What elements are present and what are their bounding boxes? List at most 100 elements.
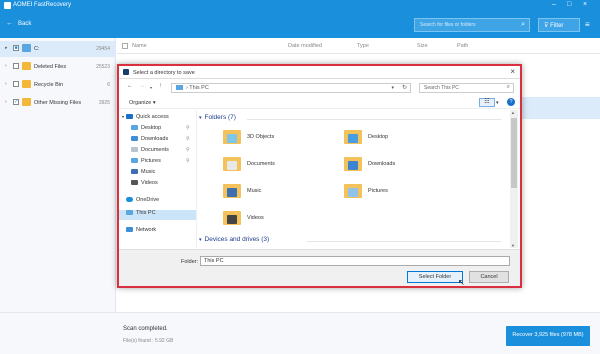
column-path[interactable]: Path [457,43,468,49]
desktop-icon [131,125,138,131]
maximize-icon[interactable]: □ [567,1,571,8]
filter-icon: ⊽ [544,23,549,29]
nav-onedrive[interactable]: ▸ OneDrive [122,197,159,207]
pin-icon: ⚲ [186,158,190,164]
nav-label: This PC [136,210,156,216]
nav-label: Downloads [141,136,169,142]
back-arrow-icon[interactable]: ← [6,20,13,27]
folder-icon [22,80,31,88]
column-size[interactable]: Size [417,43,428,49]
forward-icon[interactable]: → [139,83,145,89]
item-count: 3925 [98,100,110,106]
collapse-icon[interactable]: ▾ [122,114,124,119]
scroll-down-icon[interactable]: ▼ [511,243,515,248]
folder-field[interactable]: This PC [200,256,510,266]
group-label: Folders (7) [204,114,236,121]
scroll-up-icon[interactable]: ▲ [511,110,515,115]
back-button[interactable]: Back [18,21,31,27]
select-folder-button[interactable]: Select Folder [407,271,463,283]
recover-button[interactable]: Recover 3,925 files (978 MB) [506,326,590,346]
search-input[interactable]: Search for files or folders ⌕ [414,18,530,32]
dialog-title-bar: Select a directory to save × [119,66,520,79]
view-options-icon[interactable]: ☷ [479,98,495,107]
address-dropdown-icon[interactable]: ▾ [391,85,394,91]
sidebar-item-c-drive[interactable]: ▸ ■ C: 29454 [0,41,116,57]
devices-group-header[interactable]: ▾ Devices and drives (3) [199,236,501,246]
collapse-icon[interactable]: ▾ [199,115,202,121]
checkbox[interactable]: ✓ [13,99,19,105]
file-list-header: Name Date modified Type Size Path [117,38,600,54]
expand-icon[interactable]: › [5,81,7,87]
expand-icon[interactable]: › [5,63,7,69]
scrollbar-thumb[interactable] [511,118,517,188]
folder-field-label: Folder: [181,259,199,265]
nav-label: Music [141,169,156,175]
folder-icon [344,180,362,202]
nav-music[interactable]: Music [131,169,155,179]
refresh-icon[interactable]: ↻ [402,84,407,91]
sidebar-item-other-missing-files[interactable]: › ✓ Other Missing Files 3925 [0,95,116,111]
vertical-scrollbar[interactable]: ▲ ▼ [510,110,518,248]
dialog-app-icon [123,69,129,75]
folder-downloads[interactable]: Downloads [344,153,464,177]
sidebar-item-deleted-files[interactable]: › Deleted Files 25523 [0,59,116,75]
folder-3d-objects[interactable]: 3D Objects [223,126,343,150]
folder-documents[interactable]: Documents [223,153,343,177]
documents-icon [131,147,138,153]
nav-videos[interactable]: Videos [131,180,158,190]
filter-button[interactable]: ⊽ Filter [538,18,580,32]
nav-this-pc[interactable]: ▸ This PC [119,210,196,220]
organize-menu[interactable]: Organize ▾ [129,100,156,106]
up-icon[interactable]: ↑ [159,83,162,89]
checkbox[interactable] [13,81,19,87]
menu-icon[interactable]: ≡ [585,20,590,29]
address-bar[interactable]: › This PC ▾ ↻ [171,83,411,93]
expand-icon[interactable]: › [5,99,7,105]
nav-documents[interactable]: Documents ⚲ [131,147,190,157]
dialog-search-input[interactable]: Search This PC ⌕ [419,83,514,93]
folder-videos[interactable]: Videos [223,207,343,231]
view-dropdown-icon[interactable]: ▾ [496,100,499,106]
folder-label: Documents [247,161,275,167]
music-icon [131,169,138,175]
back-icon[interactable]: ← [127,83,133,89]
status-bar: Scan completed. File(s) found : 5.92 GB … [0,312,600,354]
nav-desktop[interactable]: Desktop ⚲ [131,125,190,135]
folder-icon [344,153,362,175]
checkbox[interactable] [13,63,19,69]
expand-icon[interactable]: ▸ [5,45,8,51]
collapse-icon[interactable]: ▾ [199,237,202,243]
help-icon[interactable]: ? [507,98,515,106]
filter-label: Filter [550,23,564,29]
selected-row[interactable] [512,97,600,119]
folder-pictures[interactable]: Pictures [344,180,464,204]
star-icon [126,114,134,120]
column-type[interactable]: Type [357,43,369,49]
select-directory-dialog: Select a directory to save × ← → ▾ ↑ › T… [117,64,522,288]
folder-desktop[interactable]: Desktop [344,126,464,150]
nav-quick-access[interactable]: ▾ Quick access [122,114,169,124]
nav-network[interactable]: ▸ Network [122,227,156,237]
folder-music[interactable]: Music [223,180,343,204]
nav-pictures[interactable]: Pictures ⚲ [131,158,190,168]
checkbox[interactable]: ■ [13,45,19,51]
sidebar-item-recycle-bin[interactable]: › Recycle Bin 6 [0,77,116,93]
sidebar-item-label: Deleted Files [34,64,67,70]
address-value: This PC [189,85,209,91]
column-name[interactable]: Name [132,43,147,49]
nav-downloads[interactable]: Downloads ⚲ [131,136,190,146]
folder-icon [223,180,241,202]
recent-dropdown-icon[interactable]: ▾ [150,85,152,90]
search-icon[interactable]: ⌕ [507,84,510,91]
this-pc-icon [126,210,134,216]
select-all-checkbox[interactable] [122,43,128,49]
nav-label: Quick access [136,114,169,120]
dialog-close-icon[interactable]: × [510,67,515,76]
folders-group-header[interactable]: ▾ Folders (7) [199,114,501,124]
search-icon[interactable]: ⌕ [521,21,525,29]
minimize-icon[interactable]: – [552,1,556,8]
cancel-button[interactable]: Cancel [469,271,509,283]
column-date-modified[interactable]: Date modified [288,43,322,49]
close-icon[interactable]: × [583,1,587,8]
network-icon [126,227,134,233]
